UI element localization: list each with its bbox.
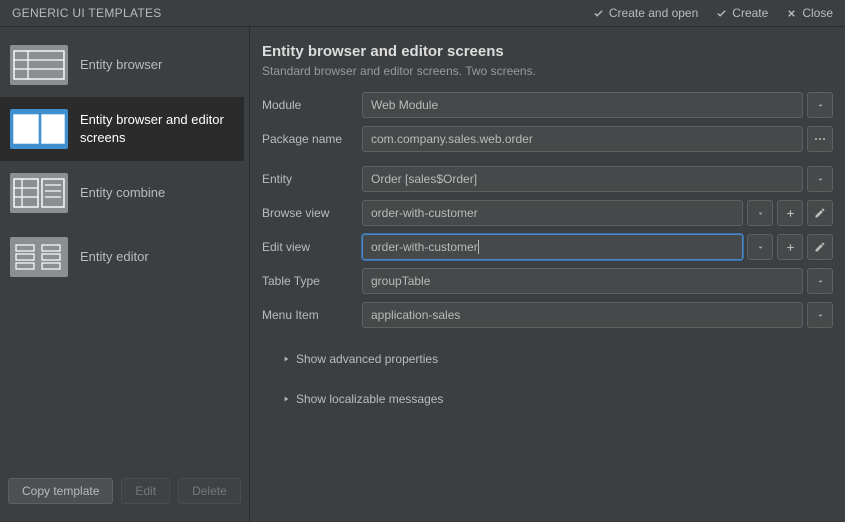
template-item-label: Entity combine [80,184,165,202]
field-row-edit-view: Edit view order-with-customer [262,234,833,260]
field-row-package: Package name com.company.sales.web.order [262,126,833,152]
close-label: Close [802,6,833,20]
template-thumb-icon [10,173,68,213]
field-row-entity: Entity Order [sales$Order] [262,166,833,192]
field-row-browse-view: Browse view order-with-customer [262,200,833,226]
field-value: order-with-customer [371,240,479,255]
plus-icon [785,242,796,253]
template-item-label: Entity editor [80,248,149,266]
template-list: Entity browser Entity browser an [0,33,249,468]
template-item-entity-browser[interactable]: Entity browser [0,33,244,97]
close-button[interactable]: Close [786,6,833,20]
field-label: Browse view [262,206,352,220]
chevron-down-icon [816,101,825,110]
field-label: Entity [262,172,352,186]
package-browse-button[interactable] [807,126,833,152]
module-dropdown-toggle[interactable] [807,92,833,118]
table-type-dropdown[interactable]: groupTable [362,268,803,294]
template-item-entity-browser-editor[interactable]: Entity browser and editor screens [0,97,244,161]
browse-view-dropdown-toggle[interactable] [747,200,773,226]
field-label: Edit view [262,240,352,254]
field-label: Table Type [262,274,352,288]
edit-template-button[interactable]: Edit [121,478,170,504]
edit-view-add-button[interactable] [777,234,803,260]
expander-label: Show advanced properties [296,352,438,366]
template-sidebar: Entity browser Entity browser an [0,27,250,522]
pencil-icon [814,207,826,219]
check-icon [593,8,604,19]
create-label: Create [732,6,768,20]
create-and-open-label: Create and open [609,6,698,20]
entity-dropdown[interactable]: Order [sales$Order] [362,166,803,192]
field-row-module: Module Web Module [262,92,833,118]
close-icon [786,8,797,19]
field-label: Menu Item [262,308,352,322]
entity-dropdown-toggle[interactable] [807,166,833,192]
pencil-icon [814,241,826,253]
expander-label: Show localizable messages [296,392,443,406]
template-item-entity-editor[interactable]: Entity editor [0,225,244,289]
chevron-down-icon [756,243,765,252]
browse-view-dropdown[interactable]: order-with-customer [362,200,743,226]
sidebar-buttons: Copy template Edit Delete [0,468,249,516]
delete-template-button[interactable]: Delete [178,478,241,504]
field-row-menu-item: Menu Item application-sales [262,302,833,328]
field-value: order-with-customer [371,206,478,220]
module-dropdown[interactable]: Web Module [362,92,803,118]
create-and-open-button[interactable]: Create and open [593,6,698,20]
create-button[interactable]: Create [716,6,768,20]
chevron-down-icon [816,175,825,184]
field-label: Package name [262,132,352,146]
check-icon [716,8,727,19]
dialog-title: GENERIC UI TEMPLATES [12,6,162,20]
titlebar-actions: Create and open Create Close [593,6,833,20]
field-value: groupTable [371,274,430,288]
content-panel: Entity browser and editor screens Standa… [250,27,845,522]
field-value: Web Module [371,98,438,112]
titlebar: GENERIC UI TEMPLATES Create and open Cre… [0,0,845,27]
field-value: application-sales [371,308,460,322]
template-thumb-icon [10,45,68,85]
menu-item-dropdown-toggle[interactable] [807,302,833,328]
browse-view-add-button[interactable] [777,200,803,226]
expander-advanced-properties[interactable]: Show advanced properties [262,344,833,374]
expander-localizable-messages[interactable]: Show localizable messages [262,384,833,414]
template-item-label: Entity browser [80,56,162,74]
browse-view-edit-button[interactable] [807,200,833,226]
template-item-entity-combine[interactable]: Entity combine [0,161,244,225]
chevron-down-icon [756,209,765,218]
plus-icon [785,208,796,219]
expand-right-icon [282,395,290,403]
field-row-table-type: Table Type groupTable [262,268,833,294]
chevron-down-icon [816,277,825,286]
menu-item-dropdown[interactable]: application-sales [362,302,803,328]
field-value: Order [sales$Order] [371,172,477,186]
ellipsis-icon [814,137,826,141]
panel-title: Entity browser and editor screens [262,43,833,60]
template-thumb-icon [10,237,68,277]
edit-view-edit-button[interactable] [807,234,833,260]
template-item-label: Entity browser and editor screens [80,111,234,146]
field-value: com.company.sales.web.order [371,132,533,146]
expand-right-icon [282,355,290,363]
table-type-dropdown-toggle[interactable] [807,268,833,294]
copy-template-button[interactable]: Copy template [8,478,113,504]
field-label: Module [262,98,352,112]
edit-view-dropdown-toggle[interactable] [747,234,773,260]
panel-subtitle: Standard browser and editor screens. Two… [262,64,833,78]
chevron-down-icon [816,311,825,320]
template-thumb-icon [10,109,68,149]
package-name-input[interactable]: com.company.sales.web.order [362,126,803,152]
edit-view-dropdown[interactable]: order-with-customer [362,234,743,260]
